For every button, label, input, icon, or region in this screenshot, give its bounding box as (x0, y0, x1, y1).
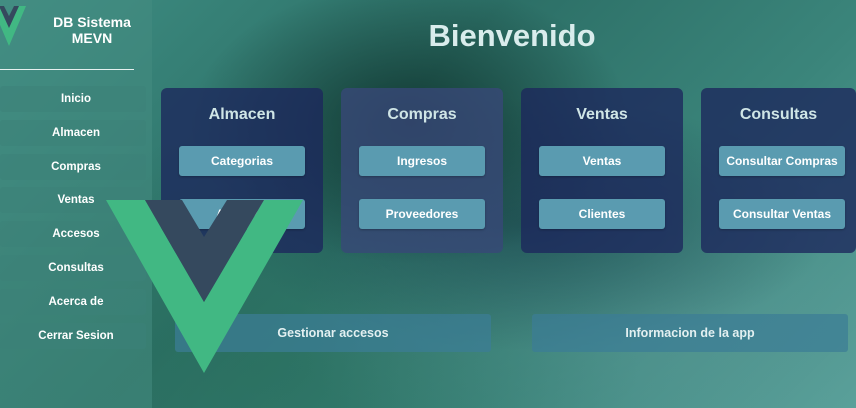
card-title: Compras (387, 106, 457, 123)
informacion-app-button[interactable]: Informacion de la app (532, 314, 848, 352)
card-title: Ventas (576, 106, 628, 123)
card-compras: Compras Ingresos Proveedores (341, 88, 503, 253)
sidebar-item-inicio[interactable]: Inicio (0, 86, 146, 112)
consultar-ventas-button[interactable]: Consultar Ventas (719, 199, 845, 229)
vue-logo-icon (106, 200, 303, 373)
proveedores-button[interactable]: Proveedores (359, 199, 485, 229)
ventas-button[interactable]: Ventas (539, 146, 665, 176)
ingresos-button[interactable]: Ingresos (359, 146, 485, 176)
sidebar-item-almacen[interactable]: Almacen (0, 119, 146, 146)
vue-logo-icon (0, 6, 26, 46)
sidebar-item-compras[interactable]: Compras (0, 153, 146, 180)
categorias-button[interactable]: Categorias (179, 146, 305, 176)
card-consultas: Consultas Consultar Compras Consultar Ve… (701, 88, 856, 253)
consultar-compras-button[interactable]: Consultar Compras (719, 146, 845, 176)
brand-title: DB Sistema MEVN (53, 14, 131, 46)
card-title: Almacen (208, 106, 276, 123)
brand-divider (0, 69, 134, 70)
card-ventas: Ventas Ventas Clientes (521, 88, 683, 253)
card-title: Consultas (739, 106, 818, 123)
page-title: Bienvenido (428, 18, 596, 53)
clientes-button[interactable]: Clientes (539, 199, 665, 229)
brand: DB Sistema MEVN (0, 0, 152, 70)
